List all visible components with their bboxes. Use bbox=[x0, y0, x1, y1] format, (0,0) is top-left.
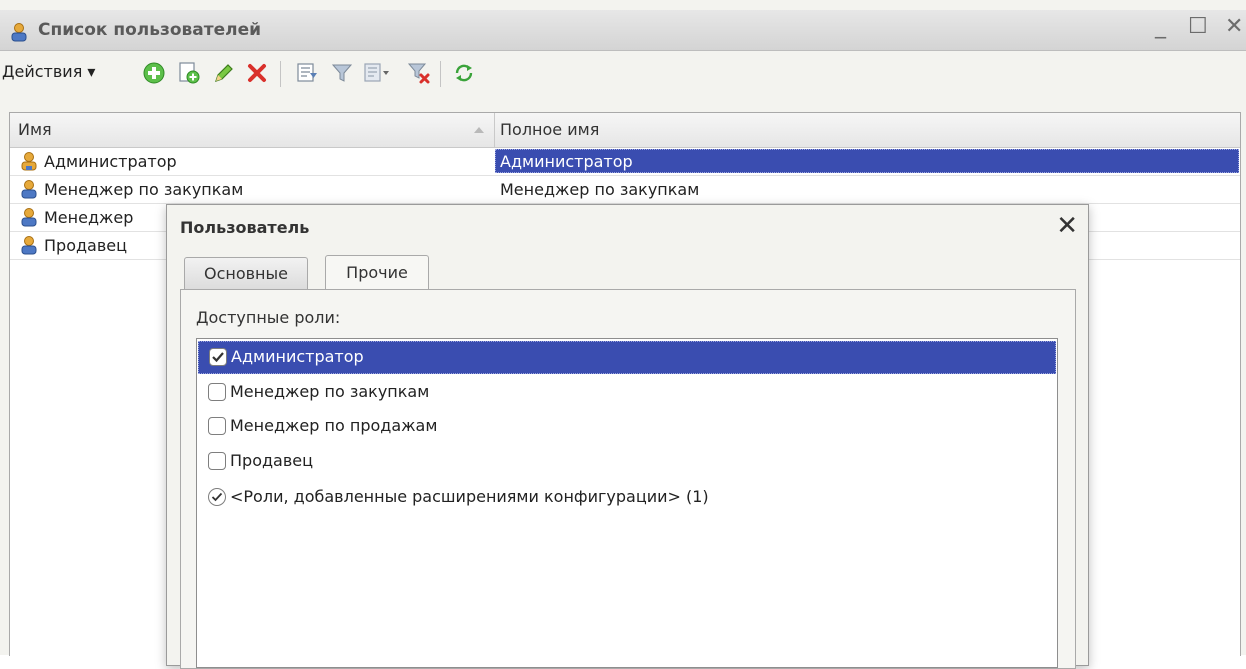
user-icon bbox=[21, 208, 37, 227]
user-icon bbox=[21, 152, 37, 171]
delete-icon bbox=[248, 64, 266, 82]
add-button[interactable] bbox=[140, 59, 168, 87]
table-row[interactable]: Менеджер по закупкам Менеджер по закупка… bbox=[10, 176, 1240, 204]
filter-settings-icon bbox=[297, 63, 317, 82]
sort-indicator-icon bbox=[474, 127, 484, 133]
refresh-button[interactable] bbox=[450, 59, 478, 87]
row-name: Менеджер bbox=[44, 208, 134, 227]
role-label: <Роли, добавленные расширениями конфигур… bbox=[230, 487, 709, 506]
role-label: Менеджер по закупкам bbox=[230, 382, 430, 401]
copy-button[interactable] bbox=[175, 59, 203, 87]
role-item-purchase-manager[interactable]: Менеджер по закупкам bbox=[198, 377, 1056, 410]
role-item-administrator[interactable]: Администратор bbox=[198, 341, 1056, 374]
edit-button[interactable] bbox=[210, 59, 238, 87]
clear-filter-icon bbox=[407, 63, 430, 84]
toolbar: Действия ▾ bbox=[0, 51, 1246, 95]
column-header-name[interactable]: Имя bbox=[18, 120, 52, 139]
user-icon bbox=[21, 180, 37, 199]
tab-other[interactable]: Прочие bbox=[325, 255, 429, 289]
filter-dropdown-button[interactable] bbox=[363, 59, 391, 87]
user-list-window: Список пользователей _ ☐ ✕ Действия ▾ Им… bbox=[0, 0, 1246, 669]
window-title: Список пользователей bbox=[38, 20, 262, 40]
actions-menu[interactable]: Действия ▾ bbox=[2, 62, 95, 81]
table-row[interactable]: Администратор Администратор bbox=[10, 148, 1240, 176]
dialog-title: Пользователь bbox=[180, 218, 310, 237]
role-checkbox[interactable] bbox=[208, 417, 226, 435]
filter-icon bbox=[331, 64, 353, 82]
copy-icon bbox=[179, 62, 200, 84]
role-item-extension-roles[interactable]: <Роли, добавленные расширениями конфигур… bbox=[198, 482, 1056, 515]
toolbar-separator bbox=[440, 61, 441, 87]
row-full-name: Менеджер по закупкам bbox=[500, 180, 700, 199]
role-checkbox[interactable] bbox=[209, 348, 227, 366]
maximize-button[interactable]: ☐ bbox=[1188, 14, 1208, 39]
selected-cell[interactable]: Администратор bbox=[495, 149, 1239, 173]
column-header-full-name[interactable]: Полное имя bbox=[500, 120, 599, 139]
role-label: Администратор bbox=[231, 347, 364, 366]
column-divider[interactable] bbox=[494, 113, 495, 147]
toolbar-separator bbox=[280, 61, 281, 87]
filter-button[interactable] bbox=[328, 59, 356, 87]
row-full-name: Администратор bbox=[500, 152, 633, 171]
role-item-sales-manager[interactable]: Менеджер по продажам bbox=[198, 411, 1056, 444]
checkmark-icon bbox=[212, 352, 224, 363]
clear-filter-button[interactable] bbox=[405, 59, 433, 87]
user-icon bbox=[11, 23, 27, 42]
role-item-seller[interactable]: Продавец bbox=[198, 446, 1056, 479]
role-label: Продавец bbox=[230, 451, 314, 470]
role-checkbox[interactable] bbox=[208, 383, 226, 401]
refresh-icon bbox=[455, 64, 473, 82]
dialog-close-button[interactable]: ✕ bbox=[1056, 211, 1078, 241]
edit-icon bbox=[215, 64, 233, 82]
user-dialog: Пользователь ✕ Основные Прочие Доступные… bbox=[166, 204, 1089, 669]
role-checkbox[interactable] bbox=[208, 488, 226, 506]
user-icon bbox=[21, 236, 37, 255]
close-window-button[interactable]: ✕ bbox=[1225, 14, 1243, 39]
minimize-button[interactable]: _ bbox=[1155, 14, 1166, 39]
roles-list: Администратор Менеджер по закупкам Менед… bbox=[196, 338, 1058, 668]
row-name: Администратор bbox=[44, 152, 177, 171]
filter-dropdown-icon bbox=[364, 63, 389, 82]
add-icon bbox=[143, 62, 165, 84]
filter-settings-button[interactable] bbox=[293, 59, 321, 87]
role-checkbox[interactable] bbox=[208, 452, 226, 470]
roles-label: Доступные роли: bbox=[196, 308, 341, 327]
row-name: Продавец bbox=[44, 236, 128, 255]
tab-main[interactable]: Основные bbox=[184, 257, 308, 289]
table-header: Имя Полное имя bbox=[10, 113, 1240, 148]
role-label: Менеджер по продажам bbox=[230, 416, 438, 435]
row-name: Менеджер по закупкам bbox=[44, 180, 244, 199]
delete-button[interactable] bbox=[243, 59, 271, 87]
title-bar: Список пользователей _ ☐ ✕ bbox=[0, 10, 1246, 51]
checkmark-icon bbox=[211, 492, 223, 502]
